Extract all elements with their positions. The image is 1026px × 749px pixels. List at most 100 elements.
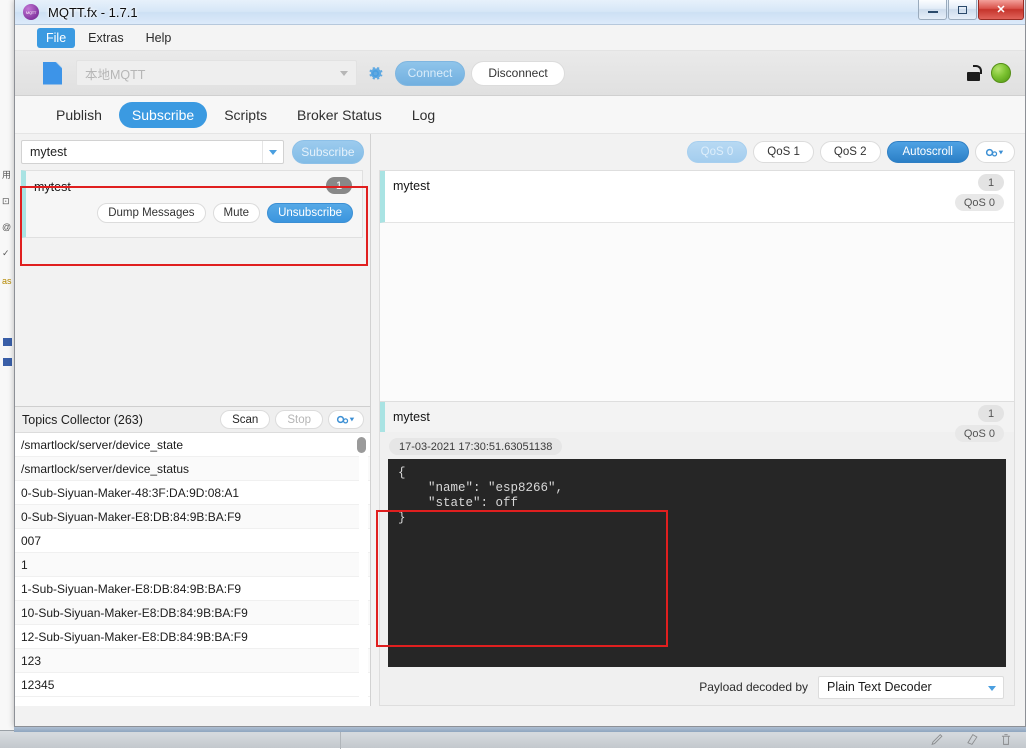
subscribe-panel: mytest Subscribe mytest 1 Dump Messages … — [15, 134, 1025, 706]
connect-button[interactable]: Connect — [395, 61, 465, 86]
topic-list-item[interactable]: 123 — [15, 649, 370, 673]
window-controls: ✕ — [917, 0, 1024, 20]
topic-list-item[interactable]: 0-Sub-Siyuan-Maker-48:3F:DA:9D:08:A1 — [15, 481, 370, 505]
gears-dropdown-icon — [336, 414, 356, 425]
gear-icon[interactable] — [366, 64, 385, 83]
message-qos-badge: QoS 0 — [955, 194, 1004, 211]
maximize-button[interactable] — [948, 0, 977, 20]
topics-collector-title: Topics Collector (263) — [22, 413, 215, 427]
menu-bar: File Extras Help — [15, 25, 1025, 51]
maximize-icon — [958, 6, 967, 14]
topic-list-item[interactable]: 1 — [15, 553, 370, 577]
connection-toolbar: 本地MQTT Connect Disconnect — [15, 51, 1025, 96]
tab-subscribe[interactable]: Subscribe — [119, 102, 207, 128]
minimize-icon — [928, 11, 938, 13]
chevron-down-icon — [988, 686, 996, 691]
menu-item-extras[interactable]: Extras — [79, 28, 132, 48]
chevron-down-icon — [269, 150, 277, 155]
autoscroll-toggle[interactable]: Autoscroll — [887, 141, 970, 163]
pen-icon — [930, 733, 944, 746]
background-taskbar — [0, 730, 1026, 748]
message-index-badge: 1 — [978, 174, 1004, 191]
subscribe-button[interactable]: Subscribe — [292, 140, 364, 164]
chevron-down-icon — [340, 71, 348, 76]
tab-broker-status[interactable]: Broker Status — [284, 102, 395, 128]
subscription-list: mytest 1 Dump Messages Mute Unsubscribe — [15, 170, 370, 406]
subscription-message-count: 1 — [326, 177, 352, 194]
topic-list-item[interactable]: 007 — [15, 529, 370, 553]
message-topic: mytest — [393, 179, 430, 193]
topics-collector-header: Topics Collector (263) Scan Stop — [15, 407, 370, 433]
tab-log[interactable]: Log — [399, 102, 448, 128]
payload-content[interactable]: { "name": "esp8266", "state": off } — [388, 459, 1006, 667]
payload-decoder-bar: Payload decoded by Plain Text Decoder — [380, 669, 1014, 705]
payload-decoder-select[interactable]: Plain Text Decoder — [818, 676, 1004, 699]
topic-list-item[interactable]: 1-Sub-Siyuan-Maker-E8:DB:84:9B:BA:F9 — [15, 577, 370, 601]
payload-panel: mytest 1 QoS 0 17-03-2021 17:30:51.63051… — [379, 402, 1015, 706]
payload-qos-badge: QoS 0 — [955, 425, 1004, 442]
minimize-button[interactable] — [918, 0, 947, 20]
subscribe-topic-value: mytest — [30, 145, 67, 159]
subscription-item-mytest[interactable]: mytest 1 Dump Messages Mute Unsubscribe — [21, 170, 363, 238]
tab-bar: Publish Subscribe Scripts Broker Status … — [15, 96, 1025, 134]
topics-scrollbar-track[interactable] — [359, 433, 368, 706]
subscription-topic-label: mytest — [34, 180, 71, 194]
payload-decoder-value: Plain Text Decoder — [827, 680, 932, 694]
subscribe-bar: mytest Subscribe — [15, 134, 370, 170]
received-messages-list[interactable]: mytest 1 QoS 0 — [379, 170, 1015, 402]
connection-status-indicator — [991, 63, 1011, 83]
topic-list-item[interactable]: /smartlock/server/device_status — [15, 457, 370, 481]
message-options-button[interactable] — [975, 141, 1015, 163]
unlocked-padlock-icon — [967, 65, 981, 81]
tab-publish[interactable]: Publish — [43, 102, 115, 128]
topic-list-item[interactable]: 12-Sub-Siyuan-Maker-E8:DB:84:9B:BA:F9 — [15, 625, 370, 649]
window-title: MQTT.fx - 1.7.1 — [48, 5, 138, 20]
unsubscribe-button[interactable]: Unsubscribe — [267, 203, 353, 223]
eraser-icon — [965, 733, 979, 746]
qos-2-button[interactable]: QoS 2 — [820, 141, 881, 163]
broker-profile-select[interactable]: 本地MQTT — [76, 60, 357, 86]
menu-item-help[interactable]: Help — [137, 28, 181, 48]
menu-item-file[interactable]: File — [37, 28, 75, 48]
payload-timestamp: 17-03-2021 17:30:51.63051138 — [389, 438, 562, 455]
disconnect-button[interactable]: Disconnect — [471, 61, 565, 86]
qos-1-button[interactable]: QoS 1 — [753, 141, 814, 163]
topic-list-item[interactable]: /smartlock/server/device_state — [15, 433, 370, 457]
payload-index-badge: 1 — [978, 405, 1004, 422]
mqtt-logo-icon — [23, 4, 39, 20]
payload-decoder-label: Payload decoded by — [699, 680, 808, 694]
topics-collector-list[interactable]: /smartlock/server/device_state /smartloc… — [15, 433, 370, 706]
desktop-background: 用 ⊡ @ ✓ as MQTT.fx - 1.7.1 — [0, 0, 1026, 748]
dump-messages-button[interactable]: Dump Messages — [97, 203, 205, 223]
gears-dropdown-icon — [985, 147, 1005, 158]
qos-toolbar: QoS 0 QoS 1 QoS 2 Autoscroll — [371, 134, 1025, 170]
message-row[interactable]: mytest 1 QoS 0 — [380, 171, 1014, 223]
trash-icon — [999, 733, 1013, 746]
window-titlebar: MQTT.fx - 1.7.1 ✕ — [15, 0, 1025, 25]
topic-history-dropdown[interactable] — [262, 141, 283, 163]
topic-list-item[interactable]: 0-Sub-Siyuan-Maker-E8:DB:84:9B:BA:F9 — [15, 505, 370, 529]
connection-status — [967, 63, 1011, 83]
topic-list-item[interactable]: 12345 — [15, 673, 370, 697]
broker-profile-value: 本地MQTT — [85, 64, 145, 83]
subscription-actions: Dump Messages Mute Unsubscribe — [97, 203, 353, 223]
right-column: QoS 0 QoS 1 QoS 2 Autoscroll mytest — [371, 134, 1025, 706]
topics-collector-panel: Topics Collector (263) Scan Stop /s — [15, 406, 370, 706]
topics-collector-options-button[interactable] — [328, 410, 364, 429]
topic-list-item[interactable]: 10-Sub-Siyuan-Maker-E8:DB:84:9B:BA:F9 — [15, 601, 370, 625]
close-button[interactable]: ✕ — [978, 0, 1024, 20]
tab-scripts[interactable]: Scripts — [211, 102, 280, 128]
profile-document-icon — [43, 62, 62, 85]
left-column: mytest Subscribe mytest 1 Dump Messages … — [15, 134, 371, 706]
mute-button[interactable]: Mute — [213, 203, 261, 223]
window-bottom-edge — [14, 727, 1026, 732]
qos-0-button[interactable]: QoS 0 — [687, 141, 748, 163]
close-icon: ✕ — [996, 3, 1005, 16]
topics-scrollbar-thumb[interactable] — [357, 437, 366, 453]
scan-button[interactable]: Scan — [220, 410, 270, 429]
subscribe-topic-input[interactable]: mytest — [21, 140, 284, 164]
taskbar-separator — [340, 731, 341, 749]
payload-topic: mytest — [393, 410, 430, 424]
payload-header: mytest 1 QoS 0 — [380, 402, 1014, 432]
stop-button[interactable]: Stop — [275, 410, 323, 429]
